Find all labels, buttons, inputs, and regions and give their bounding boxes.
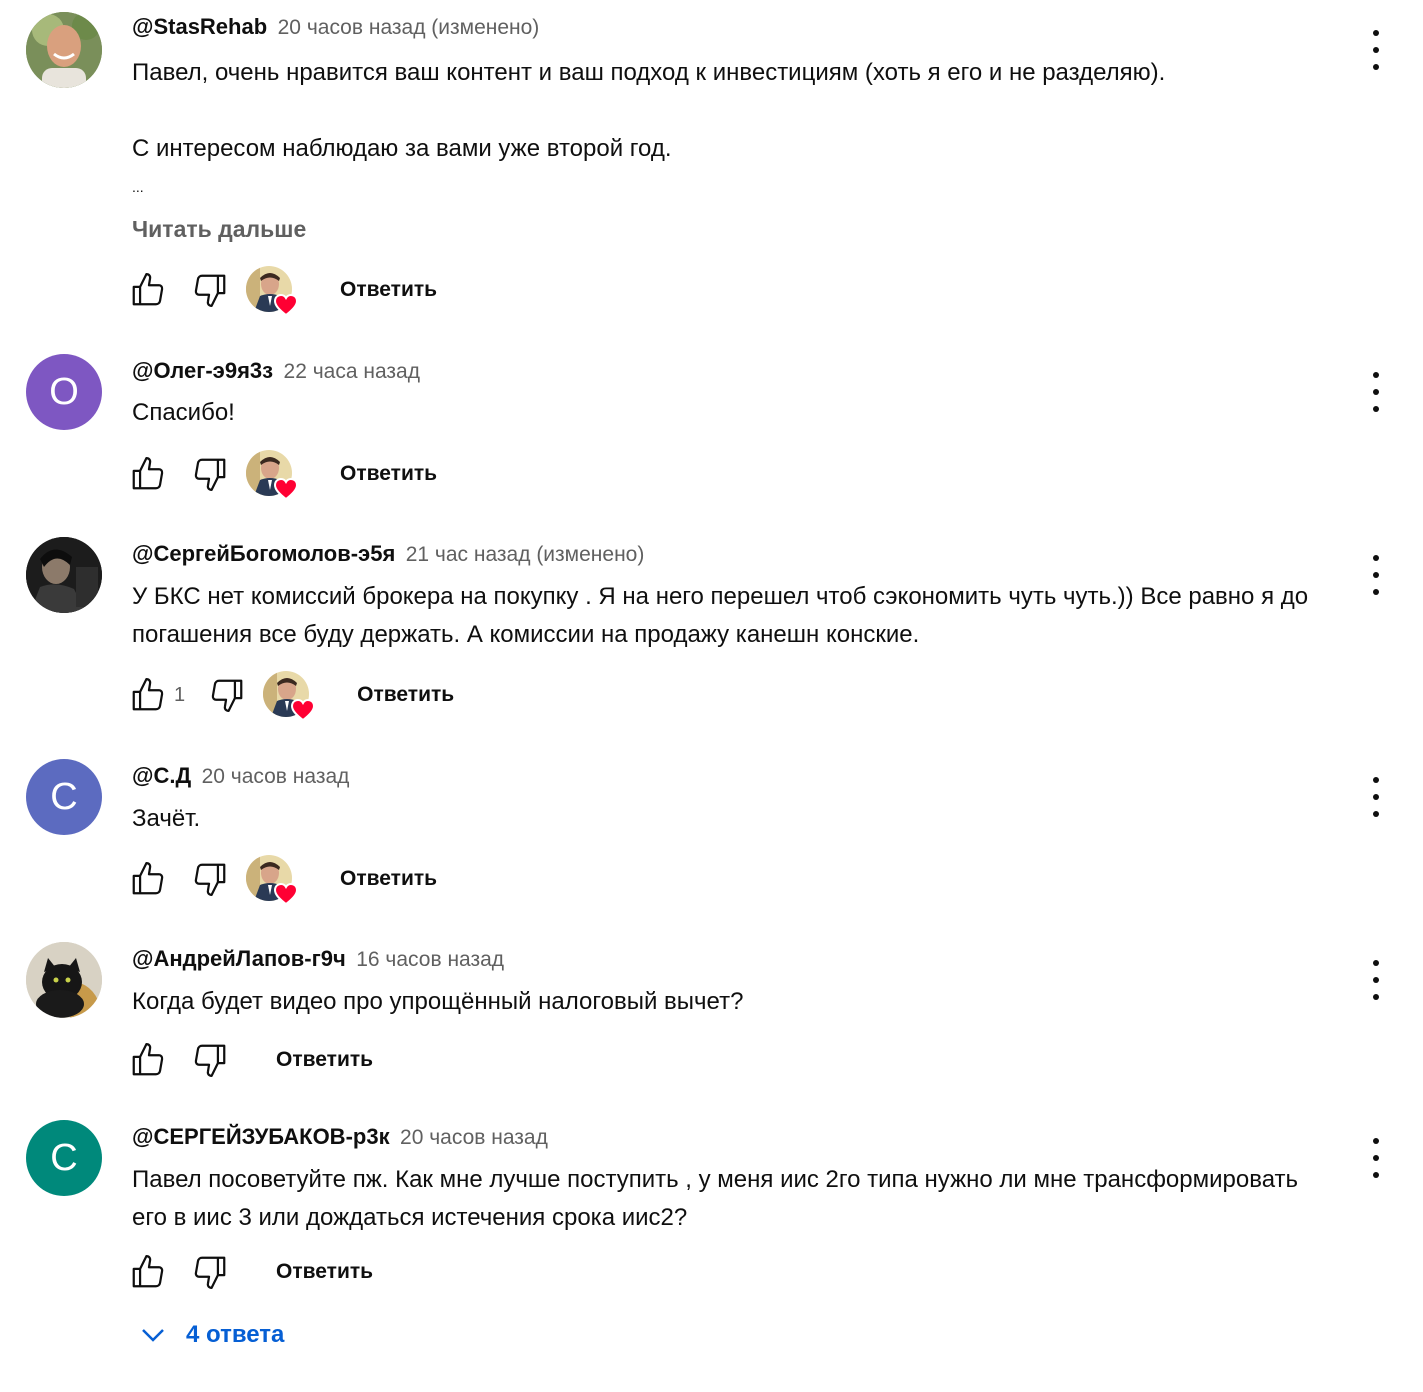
comment-header: @АндрейЛапов-г9ч 16 часов назад xyxy=(132,944,504,977)
read-more-button[interactable]: Читать дальше xyxy=(132,216,306,243)
comment-menu-button[interactable] xyxy=(1364,777,1388,817)
avatar-letter: О xyxy=(49,370,79,413)
comment-actions: Ответить xyxy=(128,266,437,316)
comment-actions: 1 Ответить xyxy=(128,671,454,721)
avatar[interactable]: С xyxy=(26,1120,102,1196)
creator-heart xyxy=(246,450,298,500)
comment-menu-button[interactable] xyxy=(1364,1138,1388,1178)
dislike-button[interactable] xyxy=(207,675,247,715)
author-name[interactable]: @СергейБогомолов-э5я xyxy=(132,541,395,566)
comment-time[interactable]: 20 часов назад xyxy=(202,765,350,788)
like-button[interactable] xyxy=(128,270,168,310)
heart-icon xyxy=(274,883,298,905)
thumb-up-icon xyxy=(132,1255,164,1288)
avatar[interactable] xyxy=(26,942,102,1018)
comment-header: @С.Д 20 часов назад xyxy=(132,761,349,794)
reply-button[interactable]: Ответить xyxy=(276,1048,373,1072)
thumb-down-icon xyxy=(194,458,226,491)
author-name[interactable]: @С.Д xyxy=(132,763,191,788)
comment-actions: Ответить xyxy=(128,1248,373,1296)
comment-actions: Ответить xyxy=(128,855,437,905)
comment-menu-button[interactable] xyxy=(1364,372,1388,412)
avatar-photo xyxy=(26,12,102,88)
comment-menu-button[interactable] xyxy=(1364,960,1388,1000)
thumb-down-icon xyxy=(194,863,226,896)
author-name[interactable]: @Олег-э9я3з xyxy=(132,358,273,383)
thumb-up-icon xyxy=(132,1043,164,1076)
reply-button[interactable]: Ответить xyxy=(276,1260,373,1284)
comment-actions: Ответить xyxy=(128,450,437,500)
comment-text: У БКС нет комиссий брокера на покупку . … xyxy=(132,583,1315,648)
thumb-up-icon xyxy=(132,678,164,711)
like-button[interactable] xyxy=(128,675,168,715)
dislike-button[interactable] xyxy=(190,1252,230,1292)
thumb-up-icon xyxy=(132,273,164,306)
reply-button[interactable]: Ответить xyxy=(357,683,454,707)
comment-text: Павел, очень нравится ваш контент и ваш … xyxy=(132,59,1166,162)
avatar-photo xyxy=(26,537,102,613)
chevron-down-icon xyxy=(142,1329,164,1342)
thumb-down-icon xyxy=(194,1256,226,1289)
like-button[interactable] xyxy=(128,1252,168,1292)
heart-icon xyxy=(274,294,298,316)
dislike-button[interactable] xyxy=(190,454,230,494)
thumb-up-icon xyxy=(132,457,164,490)
view-replies-button[interactable]: 4 ответа xyxy=(138,1320,284,1350)
truncation-ellipsis: ... xyxy=(132,179,144,195)
like-button[interactable] xyxy=(128,1040,168,1080)
avatar[interactable] xyxy=(26,537,102,613)
author-name[interactable]: @StasRehab xyxy=(132,14,267,39)
comment-time[interactable]: 21 час назад (изменено) xyxy=(406,543,645,566)
avatar-photo xyxy=(26,942,102,1018)
comment-text: Зачёт. xyxy=(132,805,201,832)
thumb-up-icon xyxy=(132,862,164,895)
like-count: 1 xyxy=(174,683,186,706)
comment-header: @Олег-э9я3з 22 часа назад xyxy=(132,356,420,389)
avatar[interactable]: С xyxy=(26,759,102,835)
comment-text: Когда будет видео про упрощённый налогов… xyxy=(132,988,744,1015)
comment-time[interactable]: 20 часов назад xyxy=(400,1126,548,1149)
avatar[interactable] xyxy=(26,12,102,88)
heart-icon xyxy=(274,478,298,500)
comment-menu-button[interactable] xyxy=(1364,30,1388,70)
comment-time[interactable]: 22 часа назад xyxy=(284,360,420,383)
reply-button[interactable]: Ответить xyxy=(340,278,437,302)
avatar[interactable]: О xyxy=(26,354,102,430)
like-button[interactable] xyxy=(128,859,168,899)
thumb-down-icon xyxy=(194,1044,226,1077)
author-name[interactable]: @АндрейЛапов-г9ч xyxy=(132,946,346,971)
creator-heart xyxy=(246,855,298,905)
comment-text: Павел посоветуйте пж. Как мне лучше пост… xyxy=(132,1166,1305,1231)
comment-actions: Ответить xyxy=(128,1036,373,1084)
thumb-down-icon xyxy=(194,274,226,307)
reply-button[interactable]: Ответить xyxy=(340,462,437,486)
avatar-letter: С xyxy=(50,1136,78,1179)
replies-count: 4 ответа xyxy=(186,1321,285,1348)
dislike-button[interactable] xyxy=(190,270,230,310)
creator-heart xyxy=(246,266,298,316)
dislike-button[interactable] xyxy=(190,859,230,899)
creator-heart xyxy=(263,671,316,721)
avatar-letter: С xyxy=(50,775,78,818)
reply-button[interactable]: Ответить xyxy=(340,867,437,891)
thumb-down-icon xyxy=(211,679,243,712)
comment-time[interactable]: 16 часов назад xyxy=(356,948,504,971)
heart-icon xyxy=(291,699,316,721)
like-button[interactable] xyxy=(128,454,168,494)
author-name[interactable]: @СЕРГЕЙЗУБАКОВ-р3к xyxy=(132,1124,390,1149)
dislike-button[interactable] xyxy=(190,1040,230,1080)
comment-time[interactable]: 20 часов назад (изменено) xyxy=(278,16,540,39)
comment-header: @StasRehab 20 часов назад (изменено) xyxy=(132,12,539,45)
comment-menu-button[interactable] xyxy=(1364,555,1388,595)
comment-header: @СЕРГЕЙЗУБАКОВ-р3к 20 часов назад xyxy=(132,1122,548,1155)
comment-header: @СергейБогомолов-э5я 21 час назад (измен… xyxy=(132,539,644,572)
comment-text: Спасибо! xyxy=(132,399,235,426)
